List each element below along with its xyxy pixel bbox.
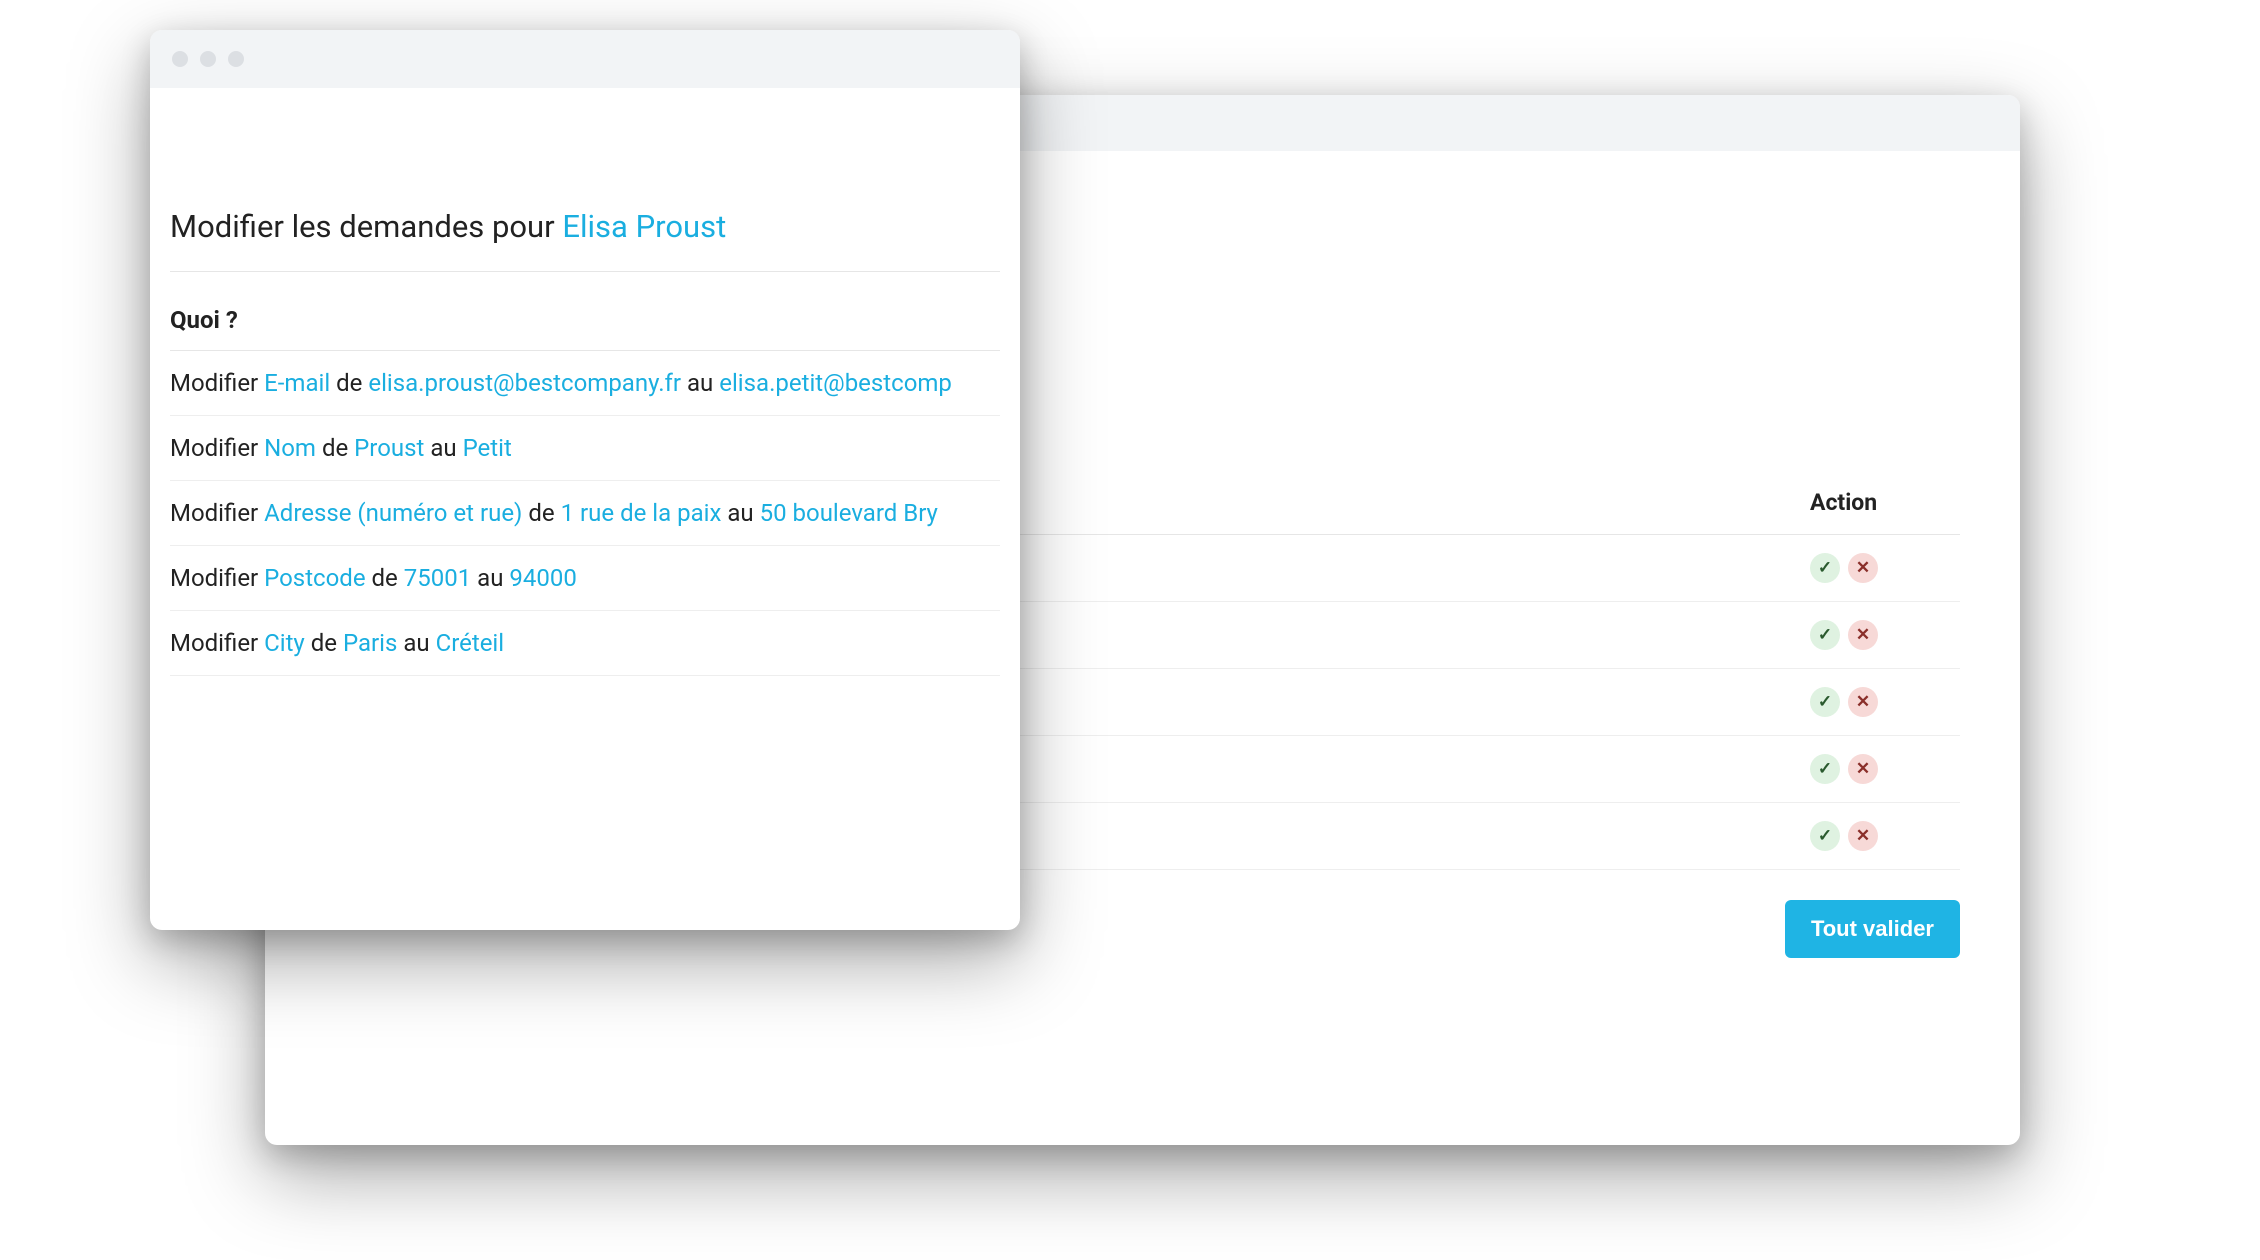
change-row: Modifier Nom de Proust au Petit xyxy=(170,416,1000,481)
change-to-word: au xyxy=(681,369,719,397)
change-modify-word: Modifier xyxy=(170,629,264,657)
reject-button[interactable]: ✕ xyxy=(1848,553,1878,583)
reject-button[interactable]: ✕ xyxy=(1848,821,1878,851)
change-row: Modifier City de Paris au Créteil xyxy=(170,611,1000,676)
change-modify-word: Modifier xyxy=(170,434,264,462)
change-from-value: elisa.proust@bestcompany.fr xyxy=(368,369,681,397)
change-from-word: de xyxy=(330,369,368,397)
reject-button[interactable]: ✕ xyxy=(1848,754,1878,784)
approve-button[interactable]: ✓ xyxy=(1810,553,1840,583)
change-from-word: de xyxy=(522,499,560,527)
change-to-word: au xyxy=(721,499,759,527)
change-to-value: Créteil xyxy=(436,629,505,657)
validate-all-button[interactable]: Tout valider xyxy=(1785,900,1960,958)
page-title: Modifier les demandes pour Elisa Proust xyxy=(170,208,1000,272)
page-title-person-link[interactable]: Elisa Proust xyxy=(562,208,726,245)
change-to-word: au xyxy=(397,629,435,657)
change-modify-word: Modifier xyxy=(170,369,264,397)
change-from-value: Proust xyxy=(354,434,424,462)
change-to-value: Petit xyxy=(463,434,512,462)
change-field: City xyxy=(264,629,305,657)
page-title-prefix: Modifier les demandes pour xyxy=(170,208,562,245)
change-field: Postcode xyxy=(264,564,365,592)
change-from-value: 1 rue de la paix xyxy=(561,499,722,527)
change-modify-word: Modifier xyxy=(170,564,264,592)
approve-button[interactable]: ✓ xyxy=(1810,821,1840,851)
change-to-word: au xyxy=(424,434,462,462)
window-titlebar xyxy=(150,30,1020,88)
change-from-word: de xyxy=(366,564,404,592)
traffic-light-dot xyxy=(200,51,216,67)
approve-button[interactable]: ✓ xyxy=(1810,754,1840,784)
traffic-light-dot xyxy=(228,51,244,67)
change-from-word: de xyxy=(316,434,354,462)
reject-button[interactable]: ✕ xyxy=(1848,687,1878,717)
reject-button[interactable]: ✕ xyxy=(1848,620,1878,650)
change-to-value: elisa.petit@bestcomp xyxy=(719,369,952,397)
approve-button[interactable]: ✓ xyxy=(1810,687,1840,717)
change-field: E-mail xyxy=(264,369,330,397)
change-row: Modifier E-mail de elisa.proust@bestcomp… xyxy=(170,351,1000,416)
change-to-value: 50 boulevard Bry xyxy=(760,499,938,527)
change-field: Nom xyxy=(264,434,316,462)
change-modify-word: Modifier xyxy=(170,499,264,527)
column-header-action: Action xyxy=(1810,489,1960,516)
traffic-light-dot xyxy=(172,51,188,67)
change-from-value: Paris xyxy=(343,629,397,657)
change-row: Modifier Adresse (numéro et rue) de 1 ru… xyxy=(170,481,1000,546)
change-to-value: 94000 xyxy=(509,564,576,592)
changes-window: Modifier les demandes pour Elisa Proust … xyxy=(150,30,1020,930)
change-to-word: au xyxy=(471,564,509,592)
change-from-value: 75001 xyxy=(404,564,471,592)
column-header-what: Quoi ? xyxy=(170,290,1000,351)
change-row: Modifier Postcode de 75001 au 94000 xyxy=(170,546,1000,611)
change-field: Adresse (numéro et rue) xyxy=(264,499,522,527)
approve-button[interactable]: ✓ xyxy=(1810,620,1840,650)
change-from-word: de xyxy=(305,629,343,657)
